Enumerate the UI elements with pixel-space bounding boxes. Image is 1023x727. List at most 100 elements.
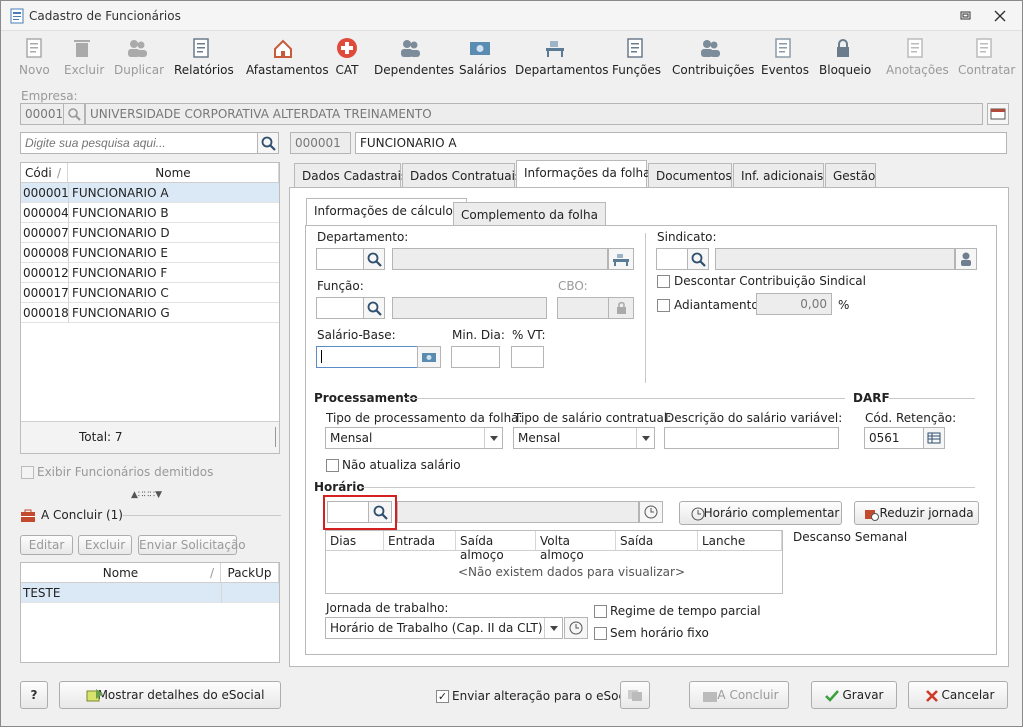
close-icon[interactable] (994, 10, 1006, 22)
search-input[interactable] (20, 132, 258, 154)
table-row[interactable]: 000001 FUNCIONARIO A (21, 183, 279, 203)
show-dismissed-checkbox[interactable] (21, 466, 34, 479)
subtab-calculos[interactable]: Informações de cálculos (306, 198, 468, 226)
esocial-details-button[interactable]: Mostrar detalhes do eSocial (59, 681, 281, 709)
sem-horario-checkbox[interactable] (594, 627, 607, 640)
toolbar-afastamentos-button[interactable]: Afastamentos (246, 35, 329, 81)
sindicato-open-button[interactable] (955, 248, 977, 270)
horario-complementar-button[interactable]: Horário complementar (679, 501, 842, 525)
departamento-open-button[interactable] (608, 248, 634, 270)
tab-1[interactable]: Dados Contratuais (402, 163, 521, 187)
horario-clock-button[interactable] (639, 501, 663, 523)
toolbar-dependentes-button[interactable]: Dependentes (374, 35, 454, 81)
tab-4[interactable]: Inf. adicionais (733, 163, 824, 187)
col-header-nome[interactable]: Nome / (21, 563, 221, 583)
horario-col-0[interactable]: Dias (326, 531, 384, 551)
toolbar-anotacoes-button[interactable]: Anotações (886, 35, 949, 81)
col-header-code-label: Códi (25, 166, 52, 180)
tipo-sal-select[interactable]: Mensal (513, 427, 655, 449)
col-header-packup[interactable]: PackUp (221, 563, 279, 583)
cod-ret-list-button[interactable] (923, 427, 945, 449)
col-header-nome-label: Nome (102, 566, 139, 580)
desc-var-field[interactable] (664, 427, 839, 449)
table-row[interactable]: 000018 FUNCIONARIO G (21, 303, 279, 323)
horario-code-field[interactable] (327, 501, 369, 523)
save-label: Gravar (842, 688, 884, 702)
restore-icon[interactable] (959, 10, 973, 22)
toolbar-contribuicoes-button[interactable]: Contribuições (672, 35, 754, 81)
horario-col-2[interactable]: Saída almoço (456, 531, 536, 562)
descontar-checkbox[interactable] (657, 275, 670, 288)
departamento-code-field[interactable] (316, 248, 364, 270)
jornada-select[interactable]: Horário de Trabalho (Cap. II da CLT) (325, 617, 563, 639)
table-row[interactable]: 000017 FUNCIONARIO C (21, 283, 279, 303)
horario-col-4[interactable]: Saída (616, 531, 698, 551)
cod-ret-field[interactable]: 0561 (864, 427, 924, 449)
table-row[interactable]: 000007 FUNCIONARIO D (21, 223, 279, 243)
tab-3[interactable]: Documentos (648, 163, 732, 187)
toolbar-bloqueio-button[interactable]: Bloqueio (819, 35, 871, 81)
toolbar-salarios-button[interactable]: Salários (459, 35, 507, 81)
search-icon (373, 505, 388, 520)
adiantamento-checkbox[interactable] (657, 299, 670, 312)
toolbar-eventos-button[interactable]: Eventos (761, 35, 809, 81)
funcao-code-field[interactable] (316, 297, 364, 319)
funcao-search-button[interactable] (363, 297, 385, 319)
subtab-complemento[interactable]: Complemento da folha (453, 202, 606, 226)
tab-2[interactable]: Informações da folha (516, 160, 651, 188)
a-concluir-button[interactable]: A Concluir (689, 681, 789, 709)
table-row[interactable]: TESTE (21, 583, 279, 603)
send-request-button[interactable]: Enviar Solicitação (138, 535, 246, 555)
horario-col-5[interactable]: Lanche (698, 531, 782, 551)
toolbar-departamentos-button[interactable]: Departamentos (515, 35, 609, 81)
esocial-send-button[interactable] (620, 681, 650, 709)
save-button[interactable]: Gravar (811, 681, 897, 709)
jornada-clock-button[interactable] (564, 617, 588, 639)
horario-search-button[interactable] (368, 501, 392, 523)
toolbar-duplicar-button[interactable]: Duplicar (114, 35, 164, 81)
table-row[interactable]: 000008 FUNCIONARIO E (21, 243, 279, 263)
badge-icon (627, 38, 643, 58)
toolbar-novo-button[interactable]: Novo (19, 35, 50, 81)
enviar-esocial-checkbox[interactable]: ✓ (436, 690, 449, 703)
report-icon (193, 38, 209, 58)
regime-parcial-checkbox[interactable] (594, 605, 607, 618)
table-row[interactable]: 000012 FUNCIONARIO F (21, 263, 279, 283)
toolbar-relatorios-button[interactable]: Relatórios (174, 35, 234, 81)
toolbar-excluir-button[interactable]: Excluir (64, 35, 104, 81)
vt-field[interactable] (511, 346, 544, 368)
horario-col-3[interactable]: Volta almoço (536, 531, 616, 562)
edit-button[interactable]: Editar (20, 535, 73, 555)
col-header-code[interactable]: Códi / (21, 163, 68, 183)
departamento-search-button[interactable] (363, 248, 385, 270)
sindicato-search-button[interactable] (687, 248, 709, 270)
sindicato-code-field[interactable] (656, 248, 688, 270)
col-header-name[interactable]: Nome (68, 163, 279, 183)
salario-base-field[interactable] (316, 346, 418, 368)
cancel-button[interactable]: Cancelar (908, 681, 1008, 709)
toolbar-contratar-button[interactable]: Contratar (958, 35, 1015, 81)
row-code: 000007 (23, 226, 69, 240)
tab-5[interactable]: Gestão (825, 163, 876, 187)
delete-request-button[interactable]: Excluir (78, 535, 132, 555)
tipo-proc-select[interactable]: Mensal (325, 427, 503, 449)
empresa-name-field: UNIVERSIDADE CORPORATIVA ALTERDATA TREIN… (85, 103, 983, 125)
splitter-handle[interactable]: ▲∷∷∷▼ (131, 490, 162, 500)
nao-atualiza-checkbox[interactable] (326, 459, 339, 472)
min-dia-field[interactable] (451, 346, 500, 368)
clock-add-icon (644, 505, 658, 519)
reduzir-jornada-button[interactable]: Reduzir jornada (854, 501, 979, 525)
employee-name-field[interactable]: FUNCIONARIO A (355, 132, 1007, 154)
a-concluir-label: A Concluir (717, 688, 779, 702)
salario-base-button[interactable] (417, 346, 441, 368)
horario-col-1[interactable]: Entrada (384, 531, 456, 551)
empresa-list-button[interactable] (987, 103, 1009, 125)
help-button[interactable]: ? (20, 681, 48, 709)
search-button[interactable] (257, 132, 279, 154)
toolbar-cat-button[interactable]: CAT (335, 35, 359, 81)
table-icon (927, 432, 941, 444)
table-row[interactable]: 000004 FUNCIONARIO B (21, 203, 279, 223)
toolbar-funcoes-button[interactable]: Funções (612, 35, 661, 81)
tab-0[interactable]: Dados Cadastrais (294, 163, 407, 187)
briefcase-clock-icon (865, 510, 879, 521)
